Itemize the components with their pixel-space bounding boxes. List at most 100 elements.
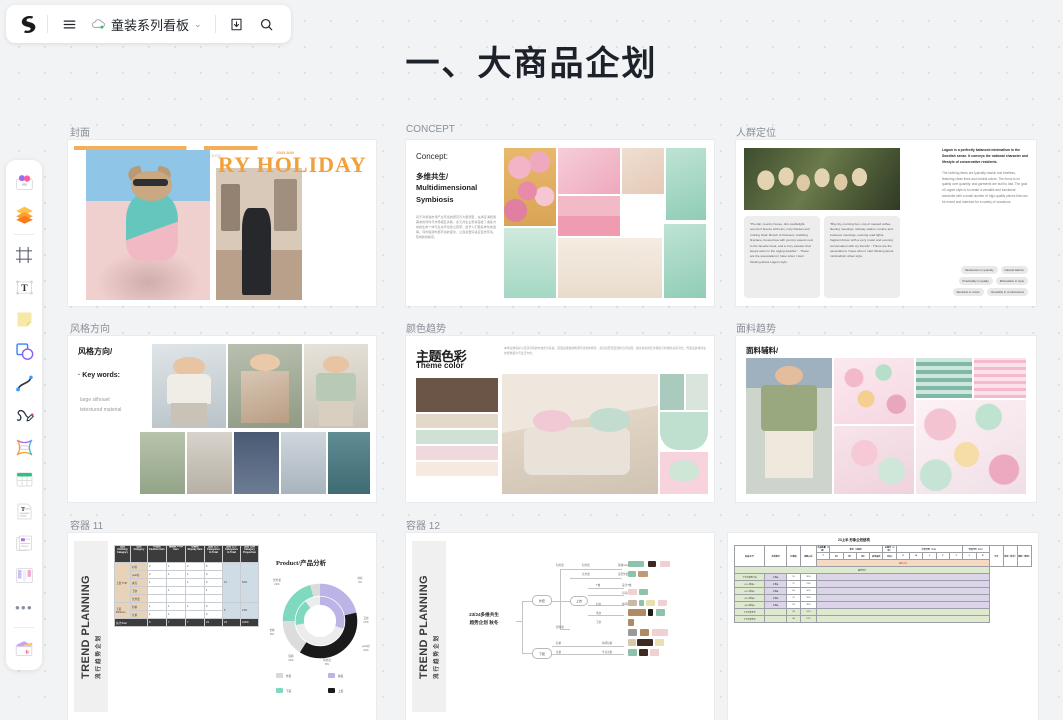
td: [765, 616, 787, 623]
top-toolbar[interactable]: 童装系列看板 ⌄: [6, 5, 291, 43]
mindmap-node-outer[interactable]: 外套: [532, 595, 552, 606]
frame-container-13[interactable]: 23上半 形象企划结构 商品/季节 大类细分 比率值 桶数占比 单品数量（3项）…: [728, 533, 1038, 720]
download-icon[interactable]: [222, 9, 252, 39]
frame-label-fabric[interactable]: 面料趋势: [736, 320, 776, 335]
frame-label-style[interactable]: 风格方向: [70, 320, 110, 335]
th: 下装尺码（P%）: [963, 546, 990, 553]
cover-window-right: [274, 179, 296, 232]
frame-style-direction[interactable]: 风格方向/ · Key words: large silhouet tetext…: [68, 336, 376, 502]
crowd-pill[interactable]: Restraint in colors: [953, 288, 984, 296]
frame-label-cover[interactable]: 封面: [70, 124, 90, 139]
product-analysis-table: 品类 Clothing Category 品类 Category 时尚款 Fas…: [114, 545, 259, 627]
mindmap-color-chip: [640, 629, 649, 636]
connector-icon[interactable]: [9, 432, 39, 462]
td: 最终合计: [735, 567, 990, 574]
frame-container-12[interactable]: TREND PLANNING 流行趋势企划 23/24多维共生 趋势企划 秋冬 …: [406, 533, 714, 720]
frame-icon[interactable]: [9, 240, 39, 270]
mindmap-node-tops[interactable]: 上衣: [570, 596, 588, 606]
crowd-pill[interactable]: Versatility in combinations: [987, 288, 1028, 296]
templates-icon[interactable]: [9, 167, 39, 197]
card-stack-icon[interactable]: [9, 528, 39, 558]
mindmap-leaf: 短外套: [582, 563, 590, 567]
td-group: 下装 Bottoms: [115, 603, 131, 619]
document-title-chip[interactable]: 童装系列看板 ⌄: [84, 12, 209, 37]
frame-crowd-positioning[interactable]: "Pre-fall, country house, dim candleligh…: [736, 140, 1036, 306]
mindmap-node-bottom[interactable]: 下装: [532, 648, 552, 659]
left-tool-sidebar[interactable]: T: [6, 160, 42, 670]
color-swatch: [686, 374, 708, 410]
document-icon[interactable]: T: [9, 496, 39, 526]
td: 总计Total: [115, 619, 148, 627]
frame-label-crowd[interactable]: 人群定位: [736, 124, 776, 139]
td: polo衫: [131, 571, 148, 579]
frame-color-trend[interactable]: 主题色彩 Theme color 本季主题色彩以温润平和的中性色为基底，延展出柔…: [406, 336, 714, 502]
td: 2: [186, 563, 205, 571]
curve-pen-icon[interactable]: [9, 368, 39, 398]
legend-swatch: [328, 673, 335, 678]
style-heading: 风格方向/: [78, 346, 112, 357]
chevron-down-icon[interactable]: ⌄: [194, 19, 202, 30]
svg-text:T: T: [21, 283, 28, 294]
sticky-note-icon[interactable]: [9, 304, 39, 334]
legend-item-kuzhuang: 裤装: [328, 673, 343, 678]
td: [167, 579, 186, 587]
td: [186, 611, 205, 619]
td: 39%: [801, 574, 817, 581]
shapes-icon[interactable]: [9, 336, 39, 366]
mindmap-color-chip: [628, 619, 634, 626]
mindmap-branch-label: 短外套: [556, 563, 564, 567]
mindmap-leaf: T恤: [596, 583, 600, 587]
svg-text:T: T: [21, 507, 25, 513]
crowd-pill[interactable]: Practicality in quality: [959, 277, 993, 285]
table-icon[interactable]: [9, 464, 39, 494]
donut-label-polo: polo衫 21%: [354, 645, 376, 652]
td: 1: [167, 611, 186, 619]
kanban-icon[interactable]: [9, 560, 39, 590]
more-dots: •••: [15, 601, 33, 614]
frame-label-container-11[interactable]: 容器 11: [70, 517, 103, 532]
td: 1: [167, 571, 186, 579]
frame-concept[interactable]: Concept: 多维共生/ Multidimensional Symbiosi…: [406, 140, 714, 306]
mindmap-edge: [560, 569, 561, 629]
hamburger-menu-icon[interactable]: [54, 9, 84, 39]
crowd-pill[interactable]: Minimalism in style: [996, 277, 1028, 285]
td: 19%: [801, 595, 817, 602]
trend-planning-rail-1: TREND PLANNING 流行趋势企划: [74, 541, 108, 712]
th: M: [910, 553, 923, 560]
mood-image-shelf: [558, 196, 620, 236]
text-icon[interactable]: T: [9, 272, 39, 302]
svg-text:b: b: [26, 650, 29, 655]
concept-subtitle-en2: Symbiosis: [416, 194, 496, 205]
frame-label-concept[interactable]: CONCEPT: [406, 124, 455, 135]
mood-image-pink: [558, 148, 620, 194]
frame-container-11[interactable]: TREND PLANNING 流行趋势企划 品类 Clothing Catego…: [68, 533, 376, 720]
td: 2: [205, 579, 223, 587]
frame-label-color[interactable]: 颜色趋势: [406, 320, 446, 335]
resource-box-icon[interactable]: b: [9, 633, 39, 663]
layers-icon[interactable]: [9, 199, 39, 229]
crowd-pill[interactable]: Natural fashion: [1001, 266, 1028, 274]
whiteboard-canvas[interactable]: 一、大商品企划 封面 FASHION TREND ORIGINALITY BY …: [0, 0, 1063, 720]
search-icon[interactable]: [252, 9, 282, 39]
td: 1: [205, 587, 223, 595]
th: L: [923, 553, 936, 560]
table-header-row: 品类 Clothing Category 品类 Category 时尚款 Fas…: [115, 546, 259, 563]
cat-sunglasses: [133, 179, 168, 187]
crowd-pill[interactable]: Moderation in quantity: [961, 266, 997, 274]
td: [817, 581, 990, 588]
th: 品类 合计 Categories In Total: [223, 546, 241, 563]
s-logo-icon[interactable]: [15, 11, 41, 37]
rail-subtitle-text: 流行趋势企划: [94, 575, 102, 679]
fabric-plaid-2: [974, 358, 1026, 398]
th: T: [817, 553, 830, 560]
frame-label-container-12[interactable]: 容器 12: [406, 517, 440, 532]
td: 55: [787, 574, 801, 581]
mindmap-color-chip: [628, 561, 644, 567]
td: 5: [223, 603, 241, 619]
more-icon[interactable]: •••: [9, 592, 39, 622]
td: 53: [787, 602, 801, 609]
frame-cover[interactable]: FASHION TREND ORIGINALITY BY KINDERLOOK …: [68, 140, 376, 306]
freehand-pen-icon[interactable]: [9, 400, 39, 430]
mood-image-number-two: [622, 148, 664, 194]
frame-fabric-trend[interactable]: 面料辅料/: [736, 336, 1036, 502]
